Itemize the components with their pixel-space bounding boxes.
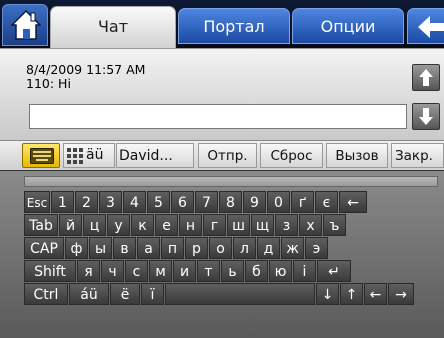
key-space[interactable]: [165, 283, 315, 305]
key[interactable]: ы: [89, 237, 112, 259]
key[interactable]: 6: [171, 191, 194, 213]
key[interactable]: м: [149, 260, 172, 282]
key[interactable]: н: [179, 214, 202, 236]
key[interactable]: 4: [123, 191, 146, 213]
tab-options[interactable]: Опции: [292, 8, 404, 44]
key[interactable]: т: [197, 260, 220, 282]
key-backspace[interactable]: ←: [339, 191, 367, 213]
reset-button[interactable]: Сброс: [260, 143, 323, 168]
key[interactable]: ъ: [323, 214, 346, 236]
key[interactable]: а: [137, 237, 160, 259]
key[interactable]: 9: [243, 191, 266, 213]
back-button[interactable]: [407, 8, 444, 44]
message-input[interactable]: [29, 104, 407, 129]
key[interactable]: 2: [75, 191, 98, 213]
scroll-down-button[interactable]: [412, 103, 440, 130]
key[interactable]: ш: [227, 214, 250, 236]
key[interactable]: р: [185, 237, 208, 259]
contact-selector[interactable]: David...: [116, 143, 194, 168]
key-shift[interactable]: Shift: [24, 260, 76, 282]
key[interactable]: 7: [195, 191, 218, 213]
key[interactable]: ч: [101, 260, 124, 282]
key[interactable]: ц: [83, 214, 106, 236]
key[interactable]: п: [161, 237, 184, 259]
tab-bar: Чат Портал Опции: [0, 0, 444, 48]
key[interactable]: й: [59, 214, 82, 236]
chat-log-line: 110: Hi: [26, 76, 71, 91]
key[interactable]: áü: [69, 283, 109, 305]
key[interactable]: г: [203, 214, 226, 236]
key[interactable]: л: [233, 237, 256, 259]
key[interactable]: д: [257, 237, 280, 259]
key[interactable]: ь: [221, 260, 244, 282]
key[interactable]: ю: [269, 260, 292, 282]
key-tab[interactable]: Tab: [24, 214, 58, 236]
key[interactable]: 0: [267, 191, 290, 213]
key-esc[interactable]: Esc: [24, 191, 50, 213]
key[interactable]: в: [113, 237, 136, 259]
keyboard-preview-strip: [24, 176, 438, 187]
key[interactable]: ж: [281, 237, 304, 259]
key[interactable]: с: [125, 260, 148, 282]
keyboard-icon: [30, 148, 54, 164]
key[interactable]: б: [245, 260, 268, 282]
key-enter[interactable]: ↵: [317, 260, 351, 282]
key[interactable]: к: [131, 214, 154, 236]
home-icon: [11, 9, 41, 40]
key[interactable]: ï: [141, 283, 164, 305]
key[interactable]: є: [315, 191, 338, 213]
key[interactable]: 8: [219, 191, 242, 213]
key[interactable]: и: [173, 260, 196, 282]
key[interactable]: я: [77, 260, 100, 282]
home-button[interactable]: [2, 4, 48, 46]
key[interactable]: і: [293, 260, 316, 282]
key[interactable]: у: [107, 214, 130, 236]
keyboard-toggle-button[interactable]: [22, 143, 60, 168]
key[interactable]: 1: [51, 191, 74, 213]
chat-log: 8/4/2009 11:57 AM 110: Hi: [26, 63, 145, 91]
key[interactable]: 5: [147, 191, 170, 213]
key-ctrl[interactable]: Ctrl: [24, 283, 68, 305]
keypad-icon: [67, 148, 83, 164]
language-button[interactable]: äü: [63, 143, 115, 168]
key-arrow-up[interactable]: ↑: [340, 283, 363, 305]
key[interactable]: е: [155, 214, 178, 236]
back-arrow-icon: [418, 16, 444, 38]
key[interactable]: ë: [110, 283, 140, 305]
call-button[interactable]: Вызов: [326, 143, 388, 168]
tab-chat[interactable]: Чат: [50, 6, 176, 48]
key[interactable]: ф: [65, 237, 88, 259]
tab-portal[interactable]: Портал: [178, 8, 290, 44]
key-caps[interactable]: CAP: [24, 237, 64, 259]
key-arrow-down[interactable]: ↓: [316, 283, 339, 305]
arrow-down-icon: [419, 108, 433, 125]
close-button[interactable]: Закр.: [391, 143, 444, 168]
app-window: Чат Портал Опции 8/4/2009 11:57 AM 110: …: [0, 0, 444, 338]
key[interactable]: х: [299, 214, 322, 236]
key[interactable]: ґ: [291, 191, 314, 213]
key[interactable]: о: [209, 237, 232, 259]
scroll-up-button[interactable]: [412, 64, 440, 91]
language-label: äü: [86, 147, 104, 163]
key[interactable]: 3: [99, 191, 122, 213]
arrow-up-icon: [419, 69, 433, 86]
key[interactable]: э: [305, 237, 328, 259]
send-button[interactable]: Отпр.: [198, 143, 257, 168]
chat-log-line: 8/4/2009 11:57 AM: [26, 62, 146, 77]
key-arrow-left[interactable]: ←: [364, 283, 387, 305]
key-arrow-right[interactable]: →: [388, 283, 414, 305]
key[interactable]: щ: [251, 214, 274, 236]
key[interactable]: з: [275, 214, 298, 236]
